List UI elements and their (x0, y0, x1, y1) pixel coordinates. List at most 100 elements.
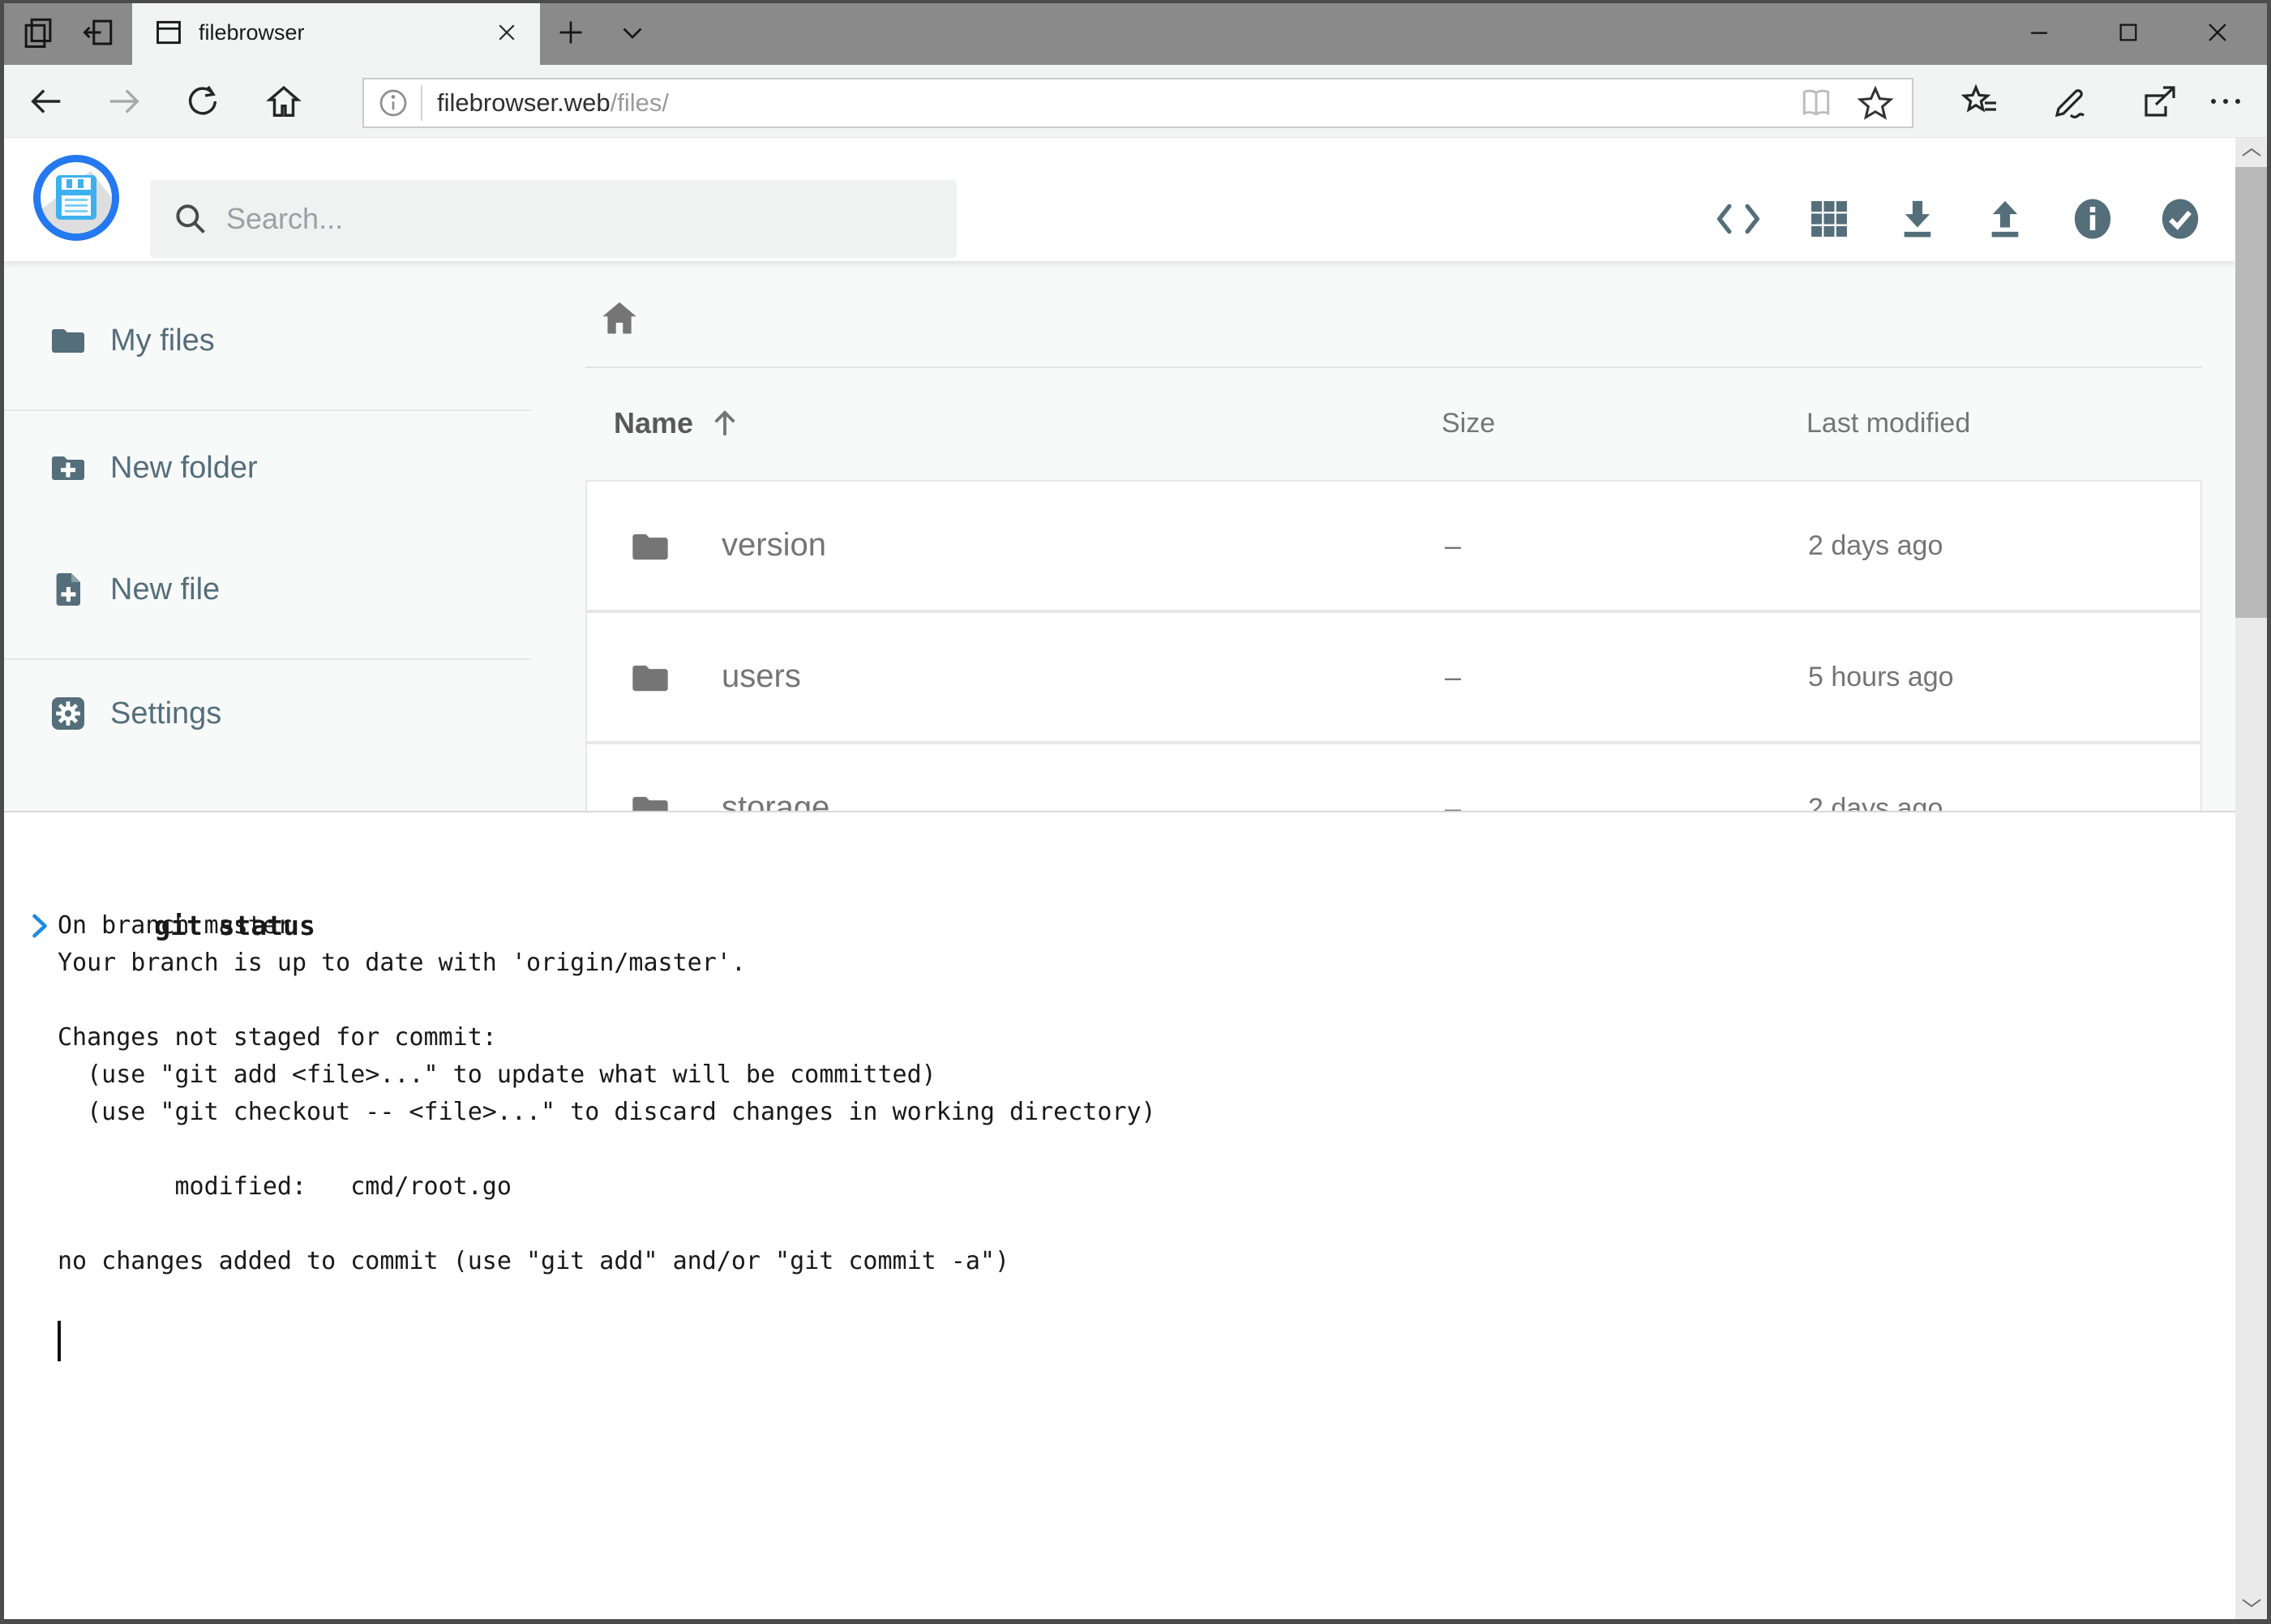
reading-view-button[interactable] (1798, 85, 1834, 121)
site-info-icon[interactable] (377, 87, 409, 119)
add-favorite-button[interactable] (1857, 84, 1894, 122)
favorites-list-icon (1961, 82, 2000, 121)
check-icon (2157, 195, 2203, 243)
folder-icon (628, 525, 673, 568)
tab-bar: filebrowser (0, 0, 2271, 65)
sidebar-item-settings[interactable]: Settings (4, 669, 531, 758)
table-row[interactable]: version – 2 days ago (585, 480, 2202, 611)
scroll-thumb[interactable] (2235, 167, 2267, 618)
refresh-icon (184, 83, 221, 120)
refresh-button[interactable] (166, 65, 239, 138)
search-bar[interactable] (150, 180, 957, 258)
favorites-hub-button[interactable] (1944, 65, 2017, 138)
window-frame (0, 0, 4, 1624)
folder-icon (49, 321, 88, 360)
raw-view-button[interactable] (1715, 176, 1762, 262)
tab-close-button[interactable] (495, 20, 519, 45)
home-button[interactable] (247, 65, 320, 138)
search-input[interactable] (226, 202, 957, 236)
download-button[interactable] (1894, 176, 1941, 262)
share-button[interactable] (2123, 65, 2196, 138)
table-row[interactable]: users – 5 hours ago (585, 611, 2202, 743)
listing-divider (585, 366, 2202, 368)
address-separator (421, 85, 422, 121)
info-icon (2070, 195, 2115, 243)
sidebar-item-new-file[interactable]: New file (4, 545, 531, 634)
terminal-command: git status (154, 910, 315, 941)
set-tabs-aside-icon (81, 15, 115, 49)
terminal-command-line: git status (58, 833, 2203, 870)
breadcrumb-home-button[interactable] (594, 292, 645, 345)
terminal-output-line (58, 982, 2203, 1019)
url-text[interactable]: filebrowser.web/files/ (437, 88, 669, 118)
file-modified: 2 days ago (1808, 530, 1943, 562)
tab-preview-button[interactable] (11, 0, 65, 65)
terminal-output-line: (use "git checkout -- <file>..." to disc… (58, 1094, 2203, 1131)
chevron-down-icon (618, 18, 647, 47)
new-tab-button[interactable] (545, 0, 597, 65)
floppy-disk-icon (56, 175, 96, 220)
column-header-name[interactable]: Name (614, 406, 742, 440)
settings-icon (49, 694, 88, 733)
close-window-button[interactable] (2173, 0, 2262, 65)
star-icon (1857, 84, 1894, 122)
select-multiple-button[interactable] (2157, 176, 2204, 262)
back-icon (28, 83, 65, 120)
scroll-down-button[interactable] (2235, 1588, 2267, 1618)
sidebar-divider (4, 658, 531, 660)
column-header-size[interactable]: Size (1442, 408, 1495, 439)
grid-icon (1806, 196, 1852, 242)
book-icon (1798, 85, 1834, 121)
web-note-button[interactable] (2033, 65, 2106, 138)
terminal-panel[interactable]: git status On branch master Your branch … (4, 811, 2235, 1619)
file-table-header: Name Size Last modified (585, 401, 2202, 450)
set-tabs-aside-button[interactable] (71, 0, 125, 65)
browser-tab[interactable]: filebrowser (132, 0, 540, 65)
sort-ascending-icon (708, 406, 742, 440)
home-icon (265, 83, 302, 120)
sidebar-item-my-files[interactable]: My files (4, 296, 531, 385)
file-size: – (1445, 529, 1461, 563)
column-header-modified[interactable]: Last modified (1806, 408, 1970, 439)
switch-view-button[interactable] (1806, 176, 1853, 262)
close-icon (495, 20, 519, 45)
show-tab-list-button[interactable] (606, 0, 658, 65)
terminal-output-line: On branch master (58, 907, 2203, 945)
terminal-output-line (58, 1206, 2203, 1243)
address-bar[interactable]: filebrowser.web/files/ (362, 78, 1913, 128)
page-scrollbar[interactable] (2235, 138, 2267, 1619)
minimize-button[interactable] (1995, 0, 2084, 65)
url-host: filebrowser.web (437, 88, 611, 117)
scroll-up-button[interactable] (2235, 138, 2267, 167)
upload-button[interactable] (1982, 176, 2029, 262)
forward-button[interactable] (88, 65, 161, 138)
terminal-output-line: (use "git add <file>..." to update what … (58, 1056, 2203, 1094)
folder-plus-icon (49, 448, 88, 487)
download-icon (1895, 196, 1940, 242)
url-path: /files/ (611, 88, 669, 117)
maximize-button[interactable] (2084, 0, 2173, 65)
info-button[interactable] (2069, 176, 2116, 262)
forward-icon (105, 83, 143, 120)
upload-icon (1982, 196, 2028, 242)
tab-favicon-icon (153, 17, 184, 48)
filebrowser-logo[interactable] (33, 155, 119, 241)
tab-stack-icon (21, 15, 55, 49)
sidebar-divider (4, 409, 531, 411)
back-button[interactable] (10, 65, 83, 138)
sidebar-item-new-folder[interactable]: New folder (4, 423, 531, 512)
terminal-output-line: Your branch is up to date with 'origin/m… (58, 945, 2203, 982)
terminal-output-line: no changes added to commit (use "git add… (58, 1243, 2203, 1280)
terminal-output-line: Changes not staged for commit: (58, 1019, 2203, 1056)
more-button[interactable] (2189, 65, 2262, 138)
sidebar-item-label: New folder (110, 451, 258, 486)
chevron-up-icon (2241, 146, 2262, 159)
sidebar-item-label: Settings (110, 696, 221, 731)
file-name: users (722, 658, 801, 695)
browser-toolbar: filebrowser.web/files/ (0, 65, 2271, 138)
pen-icon (2050, 82, 2089, 121)
ellipsis-icon (2206, 82, 2245, 121)
window-frame (2267, 0, 2271, 1624)
window-frame (0, 0, 2271, 3)
terminal-output-line (58, 1131, 2203, 1168)
